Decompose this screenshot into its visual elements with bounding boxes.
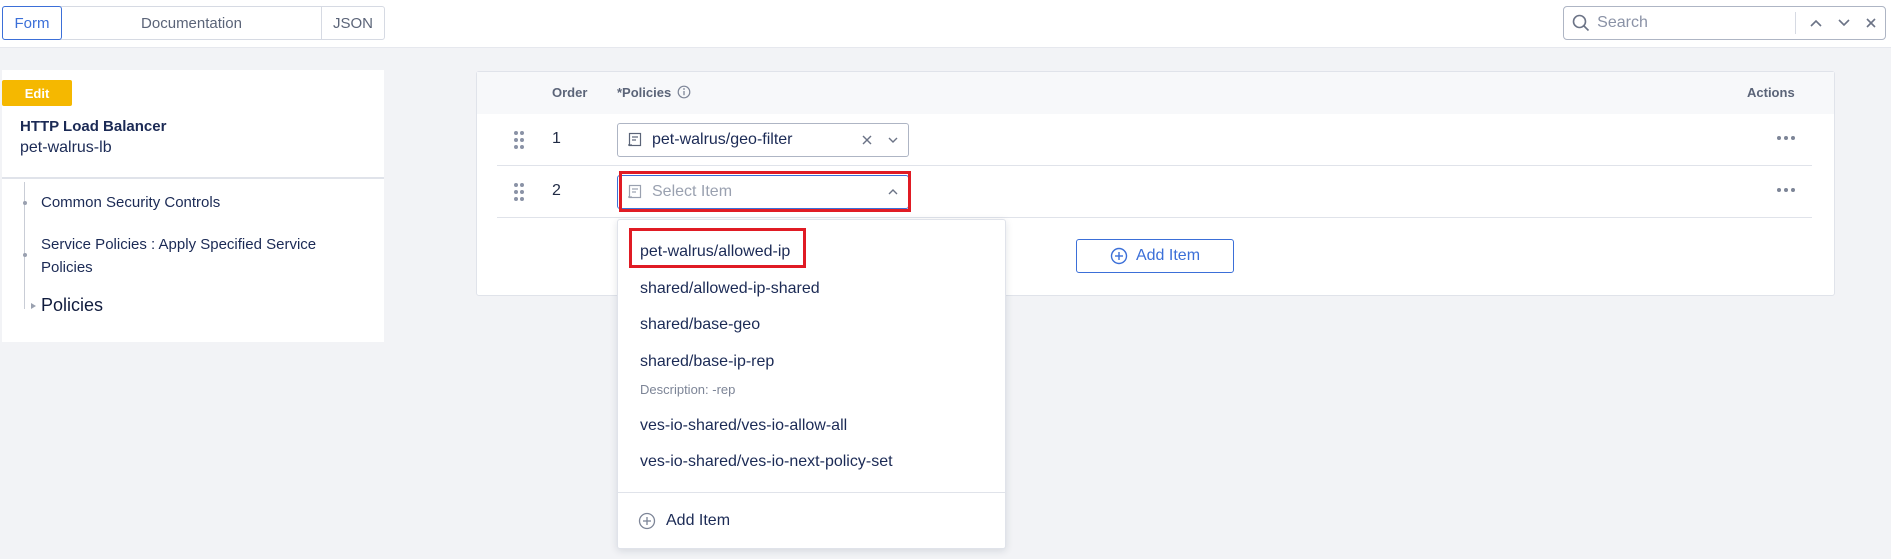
dropdown-add-item-button[interactable]: Add Item <box>638 512 730 530</box>
dropdown-option[interactable]: ves-io-shared/ves-io-allow-all <box>640 417 847 435</box>
search-prev-button[interactable] <box>1802 7 1830 39</box>
add-item-label: Add Item <box>1135 247 1201 264</box>
info-icon[interactable] <box>677 85 691 102</box>
plus-circle-icon <box>1110 247 1128 265</box>
object-name: pet-walrus-lb <box>20 139 112 156</box>
row-actions-menu-icon[interactable] <box>1777 136 1795 140</box>
dropdown-option[interactable]: ves-io-shared/ves-io-next-policy-set <box>640 453 893 471</box>
search-next-button[interactable] <box>1830 7 1858 39</box>
drag-handle-icon[interactable] <box>513 182 525 207</box>
search-input[interactable] <box>1597 14 1788 32</box>
table-header: Order *Policies Actions <box>477 72 1834 114</box>
row-actions-menu-icon[interactable] <box>1777 188 1795 192</box>
tree-dot <box>23 201 27 205</box>
dropdown-option[interactable]: shared/allowed-ip-shared <box>640 280 820 298</box>
search-close-button[interactable] <box>1857 7 1885 39</box>
dropdown-add-item-label: Add Item <box>666 512 731 529</box>
column-header-order: Order <box>552 85 588 100</box>
divider <box>2 177 384 179</box>
tree-item-service-policies[interactable]: Service Policies : Apply Specified Servi… <box>41 233 361 279</box>
search-box <box>1563 6 1886 40</box>
search-icon <box>1564 7 1597 39</box>
tab-documentation[interactable]: Documentation <box>62 7 322 39</box>
top-bar: Form Documentation JSON <box>0 0 1891 48</box>
policy-select[interactable]: pet-walrus/geo-filter <box>617 123 909 157</box>
row-order: 2 <box>552 182 561 199</box>
add-item-button[interactable]: Add Item <box>1076 239 1234 273</box>
close-icon <box>1866 18 1876 28</box>
drag-handle-icon[interactable] <box>513 130 525 155</box>
tree-item-policies[interactable]: Policies <box>41 294 103 317</box>
policy-dropdown: pet-walrus/allowed-ip shared/allowed-ip-… <box>617 219 1006 549</box>
chevron-down-icon[interactable] <box>878 136 908 144</box>
highlight-box <box>619 171 911 212</box>
search-separator <box>1795 12 1797 34</box>
clear-icon[interactable] <box>856 135 878 145</box>
table-row: 1 pet-walrus/geo-filter <box>497 114 1812 166</box>
column-header-actions: Actions <box>1747 85 1795 100</box>
policy-select-value: pet-walrus/geo-filter <box>652 131 793 148</box>
row-order: 1 <box>552 130 561 147</box>
highlight-box <box>629 228 806 268</box>
chevron-down-icon <box>1837 19 1850 27</box>
policies-header-label: *Policies <box>617 85 672 100</box>
dropdown-divider <box>618 492 1005 493</box>
tree-item-common-security-controls[interactable]: Common Security Controls <box>41 191 220 214</box>
tree-dot <box>23 253 27 257</box>
policy-icon <box>618 132 652 148</box>
column-header-policies: *Policies <box>617 85 691 102</box>
dropdown-option-description: Description: -rep <box>640 382 736 397</box>
view-tabs: Form Documentation JSON <box>2 6 385 40</box>
left-panel: Edit HTTP Load Balancer pet-walrus-lb Co… <box>2 70 384 342</box>
tab-json[interactable]: JSON <box>322 7 384 39</box>
chevron-up-icon <box>1810 19 1822 27</box>
dropdown-option[interactable]: shared/base-geo <box>640 316 760 334</box>
plus-circle-icon <box>638 512 656 530</box>
tab-form[interactable]: Form <box>2 6 62 40</box>
edit-badge: Edit <box>2 80 72 106</box>
dropdown-option[interactable]: shared/base-ip-rep <box>640 353 774 371</box>
object-type: HTTP Load Balancer <box>20 118 167 135</box>
tree-arrow-icon <box>31 303 36 309</box>
